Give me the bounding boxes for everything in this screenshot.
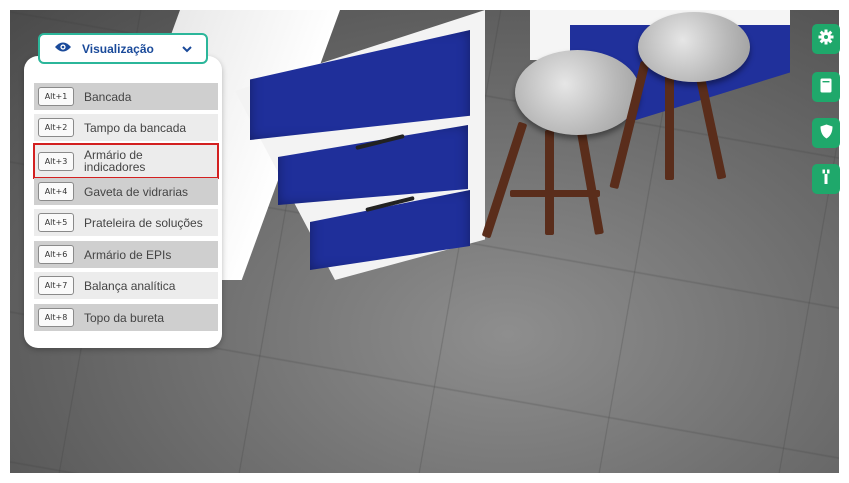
camera-item-label: Prateleira de soluções [84, 215, 203, 230]
shortcut-key: Alt+2 [38, 118, 74, 137]
shortcut-key: Alt+8 [38, 308, 74, 327]
camera-item-armario-indicadores[interactable]: Alt+3 Armário de indicadores [33, 143, 219, 179]
shortcut-key: Alt+1 [38, 87, 74, 106]
pipette-button[interactable] [812, 164, 840, 194]
camera-item-gaveta[interactable]: Alt+4 Gaveta de vidrarias [34, 178, 218, 205]
camera-item-balanca[interactable]: Alt+7 Balança analítica [34, 272, 218, 299]
camera-item-epis[interactable]: Alt+6 Armário de EPIs [34, 241, 218, 268]
camera-item-label: Gaveta de vidrarias [84, 184, 189, 199]
camera-item-label: Topo da bureta [84, 310, 165, 325]
stool-seat-front [515, 50, 640, 135]
eye-icon [54, 41, 72, 56]
camera-item-label: Armário de indicadores [84, 148, 146, 174]
camera-item-tampo[interactable]: Alt+2 Tampo da bancada [34, 114, 218, 141]
camera-item-label: Tampo da bancada [84, 120, 187, 135]
safety-button[interactable] [812, 118, 840, 148]
shortcut-key: Alt+7 [38, 276, 74, 295]
chevron-down-icon [182, 42, 192, 56]
shortcut-key: Alt+5 [38, 213, 74, 232]
visualization-dropdown-button[interactable]: Visualização [38, 33, 208, 64]
stool-leg [545, 130, 554, 235]
stool-leg [665, 70, 674, 180]
clipboard-icon [820, 78, 832, 97]
camera-item-label: Bancada [84, 89, 132, 104]
shortcut-key: Alt+3 [38, 151, 74, 171]
camera-item-label: Armário de EPIs [84, 247, 172, 262]
camera-item-bureta[interactable]: Alt+8 Topo da bureta [34, 304, 218, 331]
shield-icon [820, 124, 833, 143]
settings-button[interactable] [812, 24, 840, 54]
camera-item-label: Balança analítica [84, 278, 176, 293]
visualization-label: Visualização [82, 41, 154, 56]
pipette-icon [821, 169, 831, 189]
clipboard-button[interactable] [812, 72, 840, 102]
stool-seat-back [638, 12, 750, 82]
gear-icon [818, 29, 834, 49]
shortcut-key: Alt+6 [38, 245, 74, 264]
camera-item-prateleira[interactable]: Alt+5 Prateleira de soluções [34, 209, 218, 236]
stool-rung [510, 190, 600, 197]
shortcut-key: Alt+4 [38, 182, 74, 201]
camera-item-bancada[interactable]: Alt+1 Bancada [34, 83, 218, 110]
